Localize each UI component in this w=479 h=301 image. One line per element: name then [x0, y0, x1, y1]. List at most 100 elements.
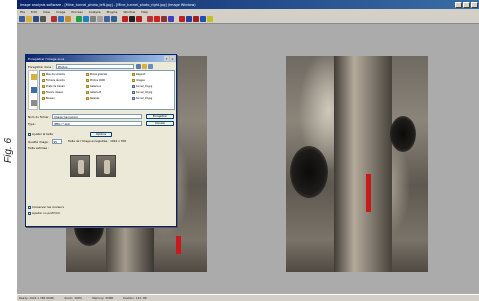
list-item[interactable]: Poste de travail [42, 85, 65, 88]
list-item[interactable]: Bureau [42, 97, 55, 100]
save-in-row: Enregistrer dans : Photos [28, 64, 176, 69]
grid-icon[interactable] [186, 16, 192, 22]
fill-icon[interactable] [161, 16, 167, 22]
minimize-button[interactable] [455, 1, 462, 8]
my-computer-icon[interactable] [31, 100, 37, 106]
dialog-title-bar: Enregistrer l'image sous ? × [26, 55, 176, 62]
zoom-out-icon[interactable] [83, 16, 89, 22]
rotate-icon[interactable] [90, 16, 96, 22]
status-position: Position: 122, 88 [123, 296, 147, 300]
status-memory: Memory: 45MB [92, 296, 114, 300]
menu-edit[interactable]: Edit [31, 10, 37, 14]
resize-checkbox[interactable] [28, 132, 31, 136]
keep-colors-checkbox[interactable] [28, 205, 31, 209]
figure-label: Fig. 6 [0, 0, 16, 301]
app-window: Image analysis software - [Mine_tunnel_p… [17, 0, 479, 301]
menu-view[interactable]: View [43, 10, 50, 14]
list-item[interactable]: Mes documents [42, 73, 65, 76]
list-item-label: Rapport [136, 73, 146, 76]
filename-label: Nom du fichier : [28, 114, 51, 119]
list-item[interactable]: Fichiers récents [42, 79, 65, 82]
type-select[interactable]: JPEG (*.jpg) [52, 121, 142, 126]
file-list[interactable]: Mes documents Fichiers récents Poste de … [39, 70, 175, 110]
text-tool-icon[interactable] [168, 16, 174, 22]
tunnel-support-right [334, 56, 392, 272]
zoom-in-icon[interactable] [76, 16, 82, 22]
folder-icon [42, 97, 45, 100]
menu-analyze[interactable]: Analyze [89, 10, 101, 14]
open-folder-icon[interactable] [26, 16, 32, 22]
menu-window[interactable]: Window [123, 10, 135, 14]
desktop-icon[interactable] [31, 87, 37, 93]
menu-image[interactable]: Image [56, 10, 65, 14]
preview-result [96, 155, 116, 177]
list-item[interactable]: Favoris réseau [42, 91, 63, 94]
folder-icon [86, 91, 89, 94]
quality-input[interactable]: 95 [51, 139, 62, 144]
crop-icon[interactable] [97, 16, 103, 22]
filename-input[interactable]: Image tunnel.jpg [52, 114, 142, 119]
new-folder-icon[interactable] [142, 64, 147, 69]
brush-icon[interactable] [154, 16, 160, 22]
quality-label: Qualité image : [28, 139, 50, 144]
menu-process[interactable]: Process [71, 10, 82, 14]
menu-plugins[interactable]: Plugins [107, 10, 118, 14]
list-item[interactable]: Galerie B [86, 91, 101, 94]
stop-icon[interactable] [193, 16, 199, 22]
scale-pole-right [366, 174, 371, 212]
dialog-close-icon[interactable]: × [170, 56, 175, 61]
up-folder-icon[interactable] [136, 64, 141, 69]
menu-file[interactable]: File [20, 10, 25, 14]
list-item-label: Galerie B [90, 91, 101, 94]
folder-icon [42, 79, 45, 82]
icc-profile-checkbox[interactable] [28, 211, 31, 215]
histogram-icon[interactable] [111, 16, 117, 22]
cut-icon[interactable] [51, 16, 57, 22]
status-zoom: Zoom: 100% [64, 296, 83, 300]
options-button[interactable]: Options [90, 132, 112, 137]
title-bar: Image analysis software - [Mine_tunnel_p… [17, 0, 479, 9]
list-item[interactable]: Galerie A [86, 85, 101, 88]
red-channel-icon[interactable] [122, 16, 128, 22]
new-file-icon[interactable] [19, 16, 25, 22]
list-item[interactable]: tunnel_02.jpg [132, 91, 152, 94]
dialog-help-icon[interactable]: ? [164, 56, 169, 61]
copy-icon[interactable] [58, 16, 64, 22]
help-icon[interactable] [207, 16, 213, 22]
view-menu-icon[interactable] [148, 64, 153, 69]
print-icon[interactable] [40, 16, 46, 22]
list-item-label: tunnel_03.jpg [136, 97, 153, 100]
info-icon[interactable] [200, 16, 206, 22]
type-row: Type : JPEG (*.jpg) Annuler [28, 121, 176, 126]
close-button[interactable] [471, 1, 478, 8]
paste-icon[interactable] [65, 16, 71, 22]
folder-icon [86, 97, 89, 100]
save-button[interactable]: Enregistrer [146, 114, 174, 119]
list-item[interactable]: Relevés [86, 97, 99, 100]
save-in-combo[interactable]: Photos [56, 64, 134, 69]
color-picker-icon[interactable] [147, 16, 153, 22]
keep-colors-row: Conserver les couleurs [28, 205, 64, 209]
list-item[interactable]: Mines galeries [86, 73, 107, 76]
image-window-right[interactable] [286, 56, 428, 272]
folder-icon [86, 79, 89, 82]
list-item[interactable]: tunnel_01.jpg [132, 85, 152, 88]
folder-icon [132, 73, 135, 76]
my-documents-icon[interactable] [31, 74, 37, 80]
size-row: Taille estimée : [28, 146, 49, 150]
select-icon[interactable] [104, 16, 110, 22]
cancel-button[interactable]: Annuler [146, 121, 174, 126]
save-icon[interactable] [33, 16, 39, 22]
list-item[interactable]: tunnel_03.jpg [132, 97, 152, 100]
list-item[interactable]: Images [132, 79, 145, 82]
icc-profile-label: Ajouter un profil ICC [32, 211, 61, 215]
marker-icon[interactable] [136, 16, 142, 22]
flag-icon[interactable] [179, 16, 185, 22]
measure-icon[interactable] [129, 16, 135, 22]
maximize-button[interactable] [463, 1, 470, 8]
list-item[interactable]: Photos 2006 [86, 79, 105, 82]
preview-info-row: Taille de l'image enregistrée : 1024 x 7… [68, 139, 174, 143]
cave-opening-right [290, 146, 328, 198]
list-item[interactable]: Rapport [132, 73, 146, 76]
menu-help[interactable]: Help [141, 10, 148, 14]
